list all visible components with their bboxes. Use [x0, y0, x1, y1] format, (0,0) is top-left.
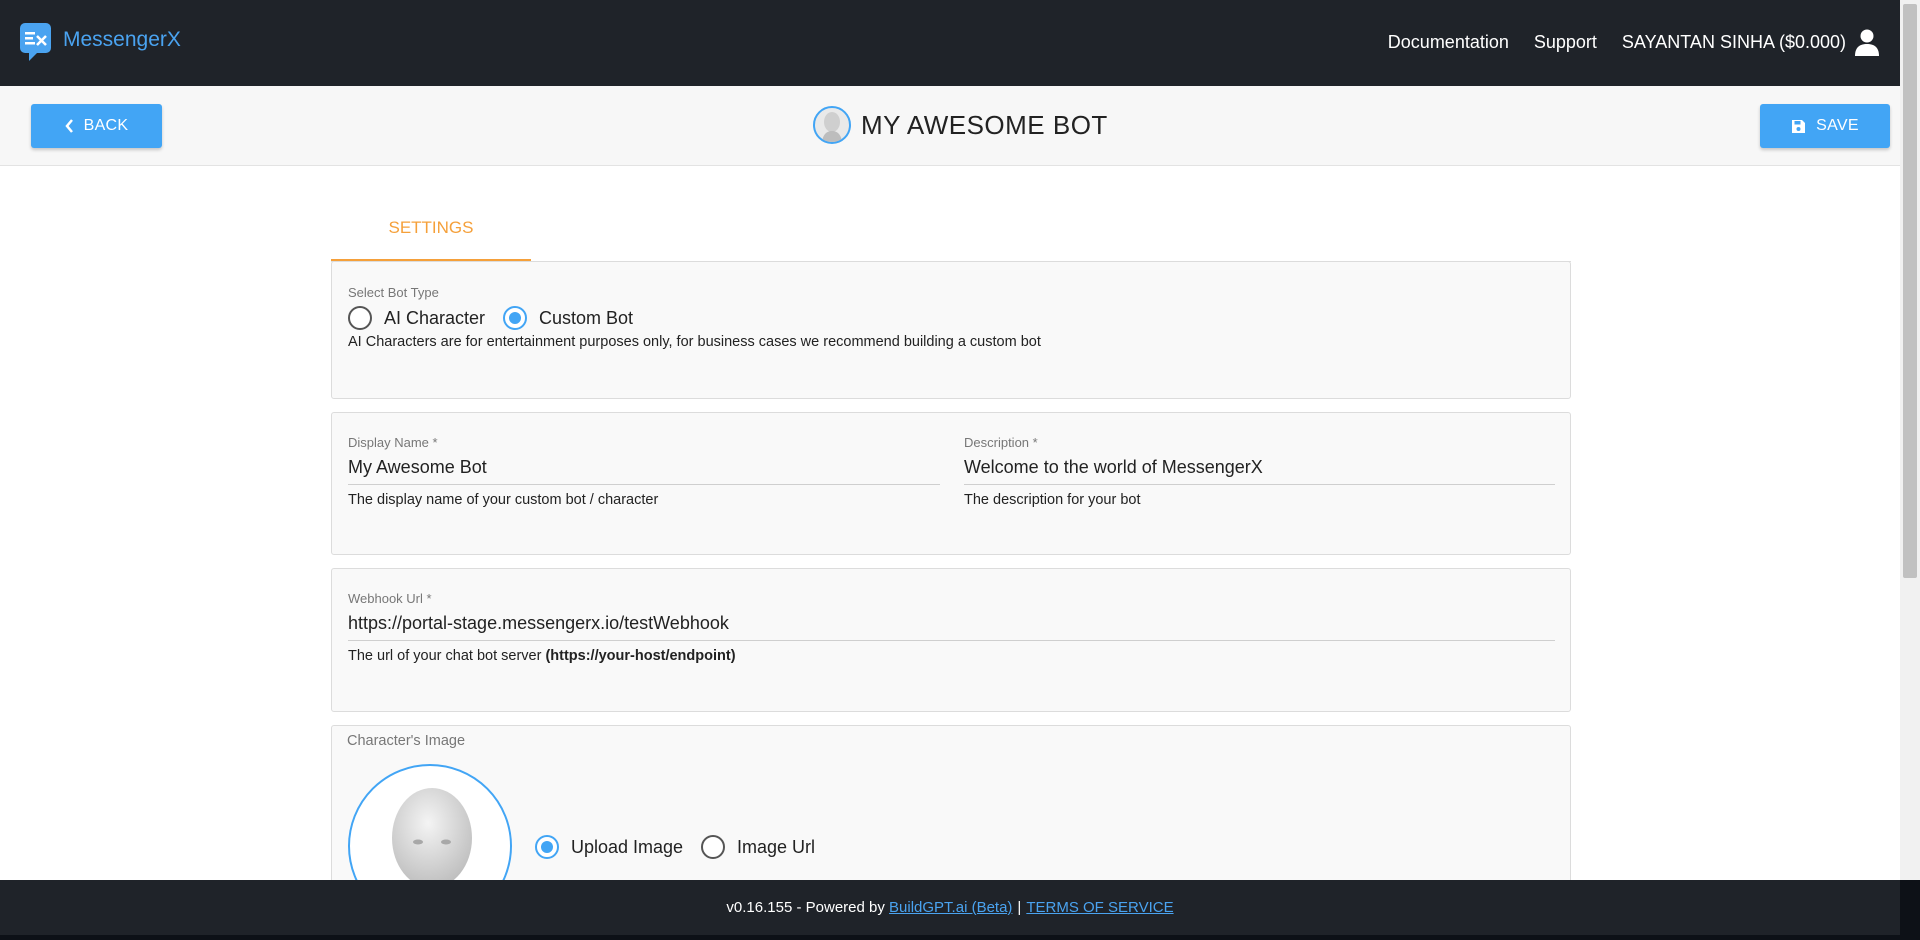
radio-ai-character-circle[interactable]: [348, 306, 372, 330]
character-image-card: Character's Image Upload Image Image Url: [331, 725, 1571, 880]
name-description-card: Display Name * My Awesome Bot The displa…: [331, 412, 1571, 555]
footer-separator: |: [1017, 899, 1022, 916]
tab-settings-label: SETTINGS: [388, 218, 474, 237]
scrollbar-thumb[interactable]: [1903, 4, 1917, 578]
top-nav: Documentation Support SAYANTAN SINHA ($0…: [1363, 28, 1880, 56]
character-image-label: Character's Image: [347, 733, 466, 749]
radio-upload-image-circle[interactable]: [535, 835, 559, 859]
page-scrollbar[interactable]: [1900, 0, 1920, 880]
nav-documentation[interactable]: Documentation: [1388, 32, 1509, 53]
page-header: BACK MY AWESOME BOT SAVE: [0, 86, 1900, 166]
nav-user[interactable]: SAYANTAN SINHA ($0.000): [1622, 32, 1846, 53]
description-field[interactable]: Welcome to the world of MessengerX: [964, 457, 1555, 485]
buildgpt-link[interactable]: BuildGPT.ai (Beta): [889, 899, 1012, 916]
radio-custom-bot-circle[interactable]: [503, 306, 527, 330]
head-bust-image: [392, 788, 472, 880]
webhook-label: Webhook Url *: [348, 591, 432, 606]
display-name-field[interactable]: My Awesome Bot: [348, 457, 940, 485]
save-button[interactable]: SAVE: [1760, 104, 1890, 148]
radio-custom-bot-label: Custom Bot: [539, 307, 634, 328]
webhook-url-value: https://portal-stage.messengerx.io/testW…: [348, 613, 729, 633]
radio-image-url-label: Image Url: [737, 836, 816, 857]
head-bust-icon: [822, 112, 842, 142]
description-label: Description *: [964, 435, 1038, 450]
bot-type-label: Select Bot Type: [348, 285, 439, 300]
radio-upload-image[interactable]: Upload Image: [535, 835, 683, 859]
radio-custom-bot[interactable]: Custom Bot: [503, 306, 633, 330]
user-icon[interactable]: [1854, 28, 1880, 56]
logo-text: MessengerX: [63, 28, 181, 51]
radio-ai-character-label: AI Character: [384, 307, 486, 328]
bot-title-text: MY AWESOME BOT: [861, 109, 1108, 140]
display-name-helper: The display name of your custom bot / ch…: [348, 492, 659, 508]
character-image-preview[interactable]: [348, 764, 512, 880]
bot-avatar: [813, 106, 851, 144]
webhook-url-field[interactable]: https://portal-stage.messengerx.io/testW…: [348, 613, 1555, 641]
webhook-card: Webhook Url * https://portal-stage.messe…: [331, 568, 1571, 712]
back-button[interactable]: BACK: [31, 104, 162, 148]
radio-upload-image-label: Upload Image: [571, 836, 684, 857]
webhook-helper-text: The url of your chat bot server: [348, 648, 542, 664]
radio-ai-character[interactable]: AI Character: [348, 306, 485, 330]
chevron-left-icon: [64, 119, 73, 133]
terms-of-service-link[interactable]: TERMS OF SERVICE: [1026, 899, 1173, 916]
webhook-helper: The url of your chat bot server (https:/…: [348, 648, 736, 664]
top-navbar: MessengerX Documentation Support SAYANTA…: [0, 0, 1900, 86]
logo[interactable]: MessengerX: [19, 22, 181, 62]
description-helper: The description for your bot: [964, 492, 1141, 508]
radio-image-url[interactable]: Image Url: [701, 835, 815, 859]
floppy-disk-icon: [1792, 119, 1806, 133]
webhook-helper-example: (https://your-host/endpoint): [545, 648, 736, 664]
back-button-label: BACK: [83, 117, 129, 134]
description-value: Welcome to the world of MessengerX: [964, 457, 1263, 477]
footer-version: v0.16.155 - Powered by: [726, 899, 885, 916]
bot-type-helper: AI Characters are for entertainment purp…: [348, 334, 1041, 350]
bot-title: MY AWESOME BOT: [813, 106, 1108, 144]
chat-logo-icon: [20, 23, 51, 61]
settings-content[interactable]: SETTINGS Select Bot Type AI Character Cu…: [0, 166, 1900, 880]
tab-settings[interactable]: SETTINGS: [331, 218, 531, 262]
radio-image-url-circle[interactable]: [701, 835, 725, 859]
nav-support[interactable]: Support: [1534, 32, 1597, 53]
display-name-label: Display Name *: [348, 435, 438, 450]
bot-type-card: Select Bot Type AI Character Custom Bot …: [331, 261, 1571, 399]
display-name-value: My Awesome Bot: [348, 457, 487, 477]
footer: v0.16.155 - Powered by BuildGPT.ai (Beta…: [0, 880, 1900, 935]
save-button-label: SAVE: [1816, 117, 1859, 134]
